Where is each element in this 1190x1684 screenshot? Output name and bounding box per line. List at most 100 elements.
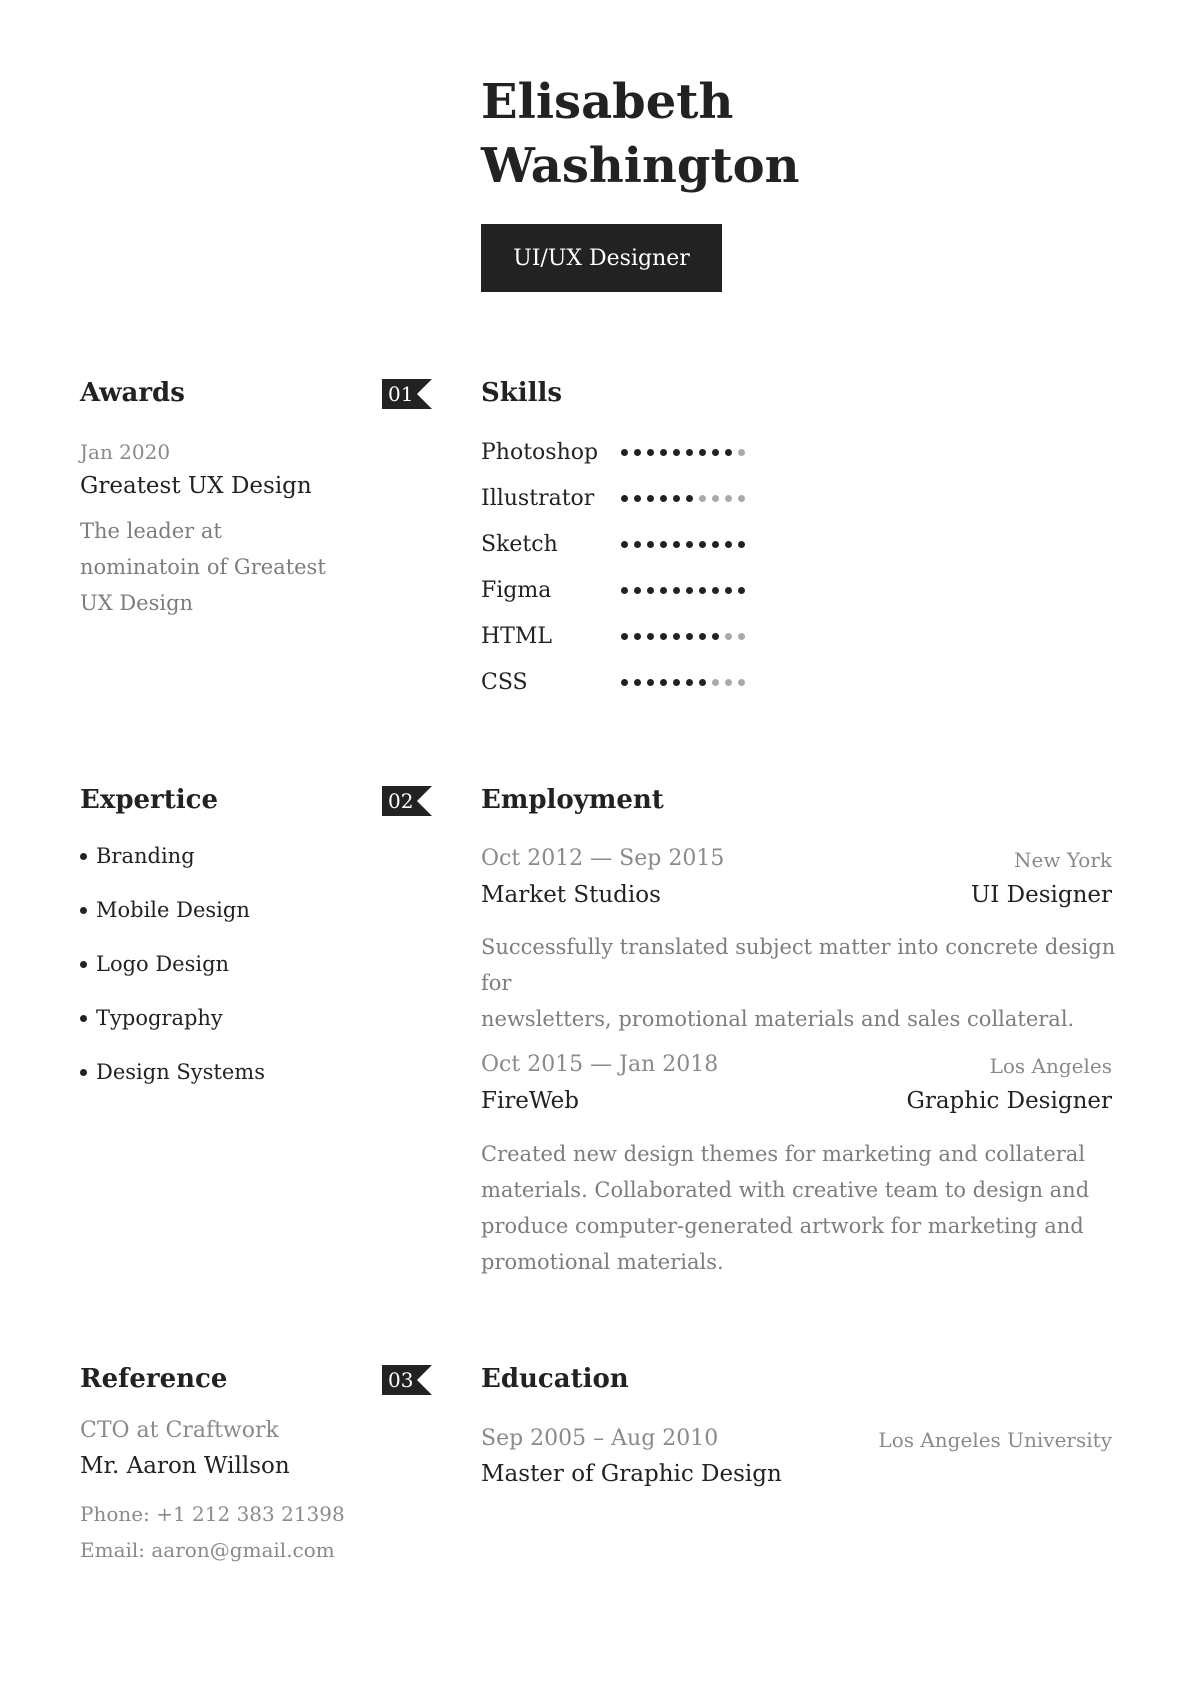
skill-dot-filled [699, 678, 706, 686]
award-date: Jan 2020 [80, 440, 171, 464]
skill-dot-filled [673, 448, 680, 456]
skill-dot-empty [738, 448, 745, 456]
skill-name: Photoshop [481, 439, 599, 465]
skill-dot-filled [673, 540, 680, 548]
skill-dot-empty [725, 678, 732, 686]
skill-dot-empty [712, 494, 719, 502]
skill-dot-filled [712, 586, 719, 594]
skill-row: Figma [481, 575, 801, 605]
skill-dot-filled [621, 540, 628, 548]
skill-row: HTML [481, 621, 801, 651]
job-location: Los Angeles [989, 1054, 1112, 1078]
reference-name: Mr. Aaron Willson [80, 1453, 290, 1479]
section-badge-03: 03 [382, 1365, 432, 1395]
expertise-item: Logo Design [80, 952, 229, 976]
skill-dot-empty [712, 678, 719, 686]
skill-dot-filled [699, 586, 706, 594]
skill-dot-filled [647, 494, 654, 502]
skill-dot-filled [621, 678, 628, 686]
skill-dot-empty [738, 494, 745, 502]
skill-level-dots [621, 494, 751, 502]
skill-level-dots [621, 540, 751, 548]
last-name: Washington [481, 138, 800, 194]
job-company: FireWeb [481, 1088, 580, 1114]
skill-dot-filled [634, 494, 641, 502]
candidate-name: Elisabeth Washington [481, 70, 1081, 198]
expertise-item: Mobile Design [80, 898, 250, 922]
skill-dot-filled [712, 540, 719, 548]
skill-name: HTML [481, 623, 552, 649]
skill-dot-filled [673, 494, 680, 502]
education-degree: Master of Graphic Design [481, 1461, 782, 1487]
skill-dot-filled [634, 448, 641, 456]
bullet-icon [80, 1068, 87, 1076]
skill-dot-filled [673, 586, 680, 594]
skill-row: CSS [481, 667, 801, 697]
expertise-item: Typography [80, 1006, 223, 1030]
skill-dot-filled [686, 448, 693, 456]
bullet-icon [80, 906, 87, 914]
skill-dot-filled [686, 586, 693, 594]
job-description: Created new design themes for marketing … [481, 1136, 1121, 1280]
skill-dot-filled [621, 632, 628, 640]
reference-position: CTO at Craftwork [80, 1418, 279, 1443]
awards-title: Awards [80, 378, 185, 408]
skill-dot-filled [686, 678, 693, 686]
education-school: Los Angeles University [878, 1428, 1112, 1452]
skill-dot-filled [647, 586, 654, 594]
skill-dot-filled [673, 632, 680, 640]
skill-dot-filled [647, 448, 654, 456]
skill-dot-filled [725, 448, 732, 456]
award-description-line: The leader at [80, 519, 222, 543]
skill-name: Figma [481, 577, 552, 603]
job-company: Market Studios [481, 882, 661, 908]
skill-dot-filled [660, 494, 667, 502]
expertise-item: Design Systems [80, 1060, 265, 1084]
skill-dot-filled [647, 678, 654, 686]
skill-dot-filled [634, 678, 641, 686]
skill-dot-filled [621, 448, 628, 456]
expertise-label: Mobile Design [96, 898, 250, 922]
skill-dot-filled [647, 632, 654, 640]
skill-dot-filled [686, 494, 693, 502]
bullet-icon [80, 1014, 87, 1022]
skill-dot-filled [725, 586, 732, 594]
skill-name: CSS [481, 669, 528, 695]
skill-row: Illustrator [481, 483, 801, 513]
skill-dot-filled [738, 540, 745, 548]
skill-dot-filled [660, 586, 667, 594]
job-role: Graphic Designer [906, 1088, 1112, 1114]
section-badge-02: 02 [382, 786, 432, 816]
bullet-icon [80, 960, 87, 968]
skill-name: Illustrator [481, 485, 595, 511]
award-description-line: nominatoin of Greatest [80, 555, 326, 579]
education-dates: Sep 2005 – Aug 2010 [481, 1426, 719, 1451]
skill-dot-filled [725, 540, 732, 548]
skill-row: Sketch [481, 529, 801, 559]
skill-dot-filled [634, 632, 641, 640]
education-title: Education [481, 1364, 629, 1394]
skill-row: Photoshop [481, 437, 801, 467]
employment-title: Employment [481, 785, 664, 815]
skill-dot-filled [660, 632, 667, 640]
job-description-line: produce computer-generated artwork for m… [481, 1214, 1084, 1238]
skill-dot-filled [673, 678, 680, 686]
skill-level-dots [621, 632, 751, 640]
skill-dot-empty [725, 494, 732, 502]
skill-dot-empty [699, 494, 706, 502]
job-description-line: materials. Collaborated with creative te… [481, 1178, 1090, 1202]
expertise-item: Branding [80, 844, 195, 868]
skill-dot-filled [686, 540, 693, 548]
skill-dot-filled [621, 494, 628, 502]
job-title: UI/UX Designer [513, 245, 690, 271]
skills-title: Skills [481, 378, 563, 408]
job-description-line: Created new design themes for marketing … [481, 1142, 1086, 1166]
job-description-line: newsletters, promotional materials and s… [481, 1007, 1075, 1031]
skill-dot-filled [660, 678, 667, 686]
expertise-label: Logo Design [96, 952, 230, 976]
skill-dot-empty [738, 632, 745, 640]
expertise-label: Typography [96, 1006, 223, 1030]
skill-name: Sketch [481, 531, 558, 557]
award-name: Greatest UX Design [80, 473, 312, 499]
skill-dot-filled [660, 448, 667, 456]
